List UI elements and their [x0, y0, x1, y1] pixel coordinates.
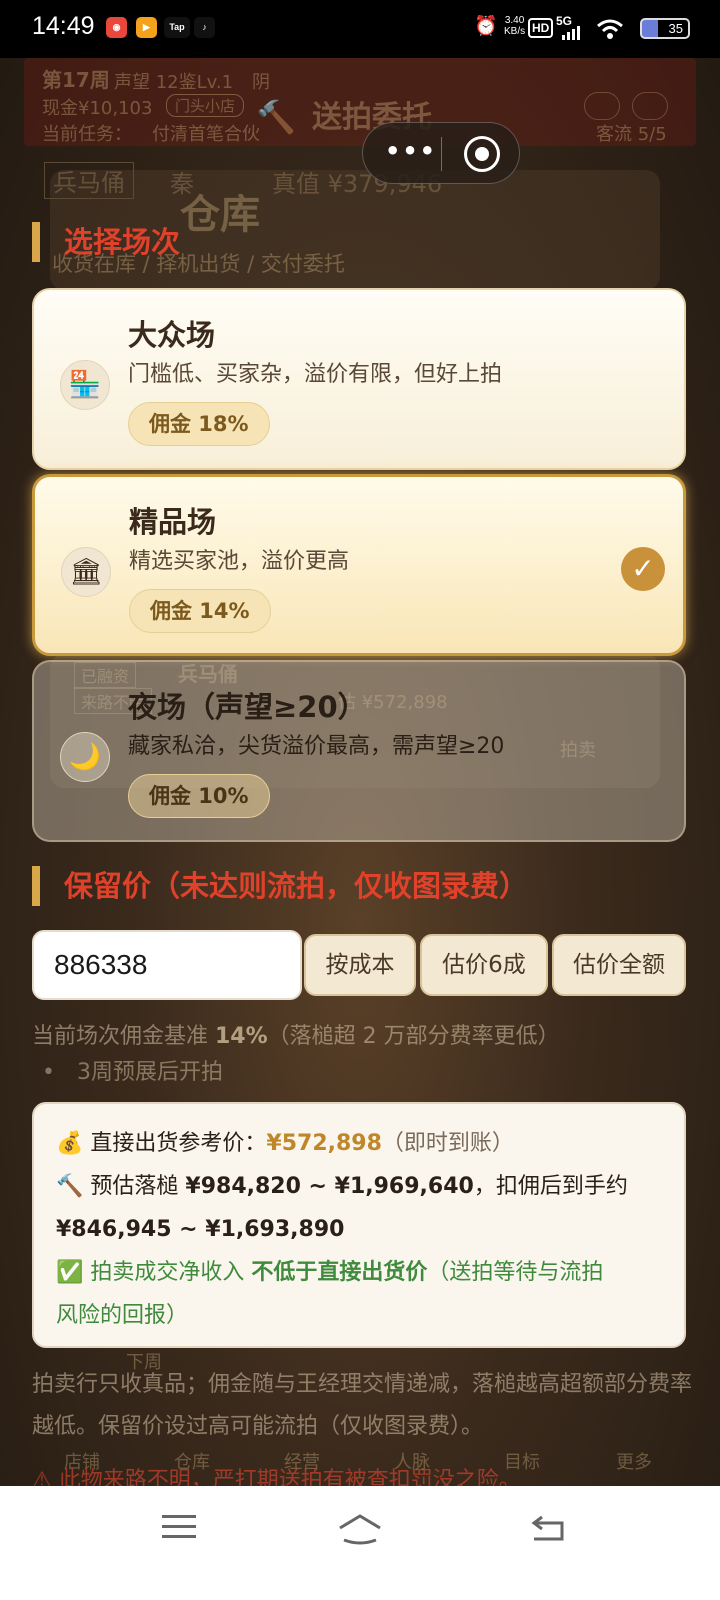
by-cost-button[interactable]: 按成本 [304, 934, 416, 996]
net-income-note-cont: 风险的回报） [56, 1303, 189, 1328]
week-label: 第17周 [42, 68, 110, 92]
back-icon[interactable] [530, 1512, 566, 1542]
commission-base-text: 当前场次佣金基准 14%（落槌超 2 万部分费率更低） [32, 1024, 560, 1049]
status-bar: 14:49 ◉ ▶ Tap ♪ ⏰ 3.40 KB/s HD 5G 35 [0, 0, 720, 58]
selected-check-icon: ✓ [621, 547, 665, 591]
video-app-icon: ▶ [136, 17, 157, 38]
session-desc: 藏家私洽，尖货溢价最高，需声望≥20 [128, 734, 505, 759]
session-card-boutique[interactable]: 🏛 精品场 精选买家池，溢价更高 佣金 14% ✓ [32, 474, 686, 656]
miniprogram-capsule: ••• [362, 122, 520, 184]
direct-sale-line: 💰 直接出货参考价：¥572,898（即时到账） [56, 1131, 514, 1156]
reputation-label: 声望 12鉴Lv.1 [114, 72, 234, 93]
menu-icon[interactable] [162, 1512, 196, 1542]
shop-badge: 门头小店 [166, 94, 245, 117]
session-desc: 门槛低、买家杂，溢价有限，但好上拍 [128, 362, 503, 387]
customer-flow: 客流 5/5 [596, 124, 667, 145]
net-estimate-line: ¥846,945 ~ ¥1,693,890 [56, 1217, 345, 1242]
cash-label: 现金¥10,103 [42, 98, 153, 119]
wifi-icon [597, 19, 623, 39]
battery-icon: 35 [640, 18, 690, 39]
weather-label: 阴 [252, 72, 270, 93]
net-speed: 3.40 KB/s [504, 15, 526, 37]
system-nav-bar [0, 1486, 720, 1600]
music-button[interactable] [632, 92, 668, 120]
hammer-estimate-line: 🔨 预估落槌 ¥984,820 ~ ¥1,969,640，扣佣后到手约 [56, 1174, 628, 1199]
preview-schedule-text: • 3周预展后开拍 [42, 1060, 223, 1085]
section-title-reserve: 保留价（未达则流拍，仅收图录费） [32, 866, 528, 906]
app-notification-icon: ◉ [106, 17, 127, 38]
estimate-full-button[interactable]: 估价全额 [552, 934, 686, 996]
task-text: 付清首笔合伙 [152, 124, 260, 145]
commission-badge: 佣金 14% [129, 589, 271, 633]
status-time: 14:49 [32, 12, 95, 40]
capsule-divider [441, 137, 442, 171]
nav-more[interactable]: 更多 [616, 1448, 652, 1474]
session-card-public[interactable]: 🏪 大众场 门槛低、买家杂，溢价有限，但好上拍 佣金 18% [32, 288, 686, 470]
tap-app-icon: Tap [164, 17, 190, 38]
close-miniprogram-icon[interactable] [464, 136, 500, 172]
warehouse-title: 仓库 [180, 192, 260, 238]
classical-building-icon: 🏛 [61, 547, 111, 597]
estimate-60-button[interactable]: 估价6成 [420, 934, 548, 996]
net-income-note: ✅ 拍卖成交净收入 不低于直接出货价（送拍等待与流拍 [56, 1260, 604, 1285]
crescent-moon-icon: 🌙 [60, 732, 110, 782]
auction-rules-note: 拍卖行只收真品；佣金随与王经理交情递减，落槌越高超额部分费率越低。保留价设过高可… [32, 1372, 693, 1439]
commission-badge: 佣金 18% [128, 402, 270, 446]
section-title-session: 选择场次 [32, 222, 180, 262]
more-menu-icon[interactable]: ••• [385, 137, 437, 165]
reserve-price-input[interactable]: 886338 [32, 930, 302, 1000]
estimate-info-box: 💰 直接出货参考价：¥572,898（即时到账） 🔨 预估落槌 ¥984,820… [32, 1102, 686, 1348]
home-icon[interactable] [336, 1512, 384, 1546]
session-card-night[interactable]: 🌙 夜场（声望≥20） 藏家私洽，尖货溢价最高，需声望≥20 佣金 10% [32, 660, 686, 842]
settings-button[interactable] [584, 92, 620, 120]
session-name: 精品场 [129, 505, 217, 539]
hammer-icon: 🔨 [256, 98, 296, 136]
session-name: 大众场 [128, 318, 216, 352]
tiktok-icon: ♪ [194, 17, 215, 38]
alarm-icon: ⏰ [474, 15, 498, 37]
session-name: 夜场（声望≥20） [128, 690, 367, 724]
convenience-store-icon: 🏪 [60, 360, 110, 410]
session-desc: 精选买家池，溢价更高 [129, 549, 350, 574]
hd-icon: HD [528, 18, 554, 38]
task-label: 当前任务： [42, 124, 132, 145]
signal-bars-icon [562, 26, 580, 40]
commission-badge: 佣金 10% [128, 774, 270, 818]
